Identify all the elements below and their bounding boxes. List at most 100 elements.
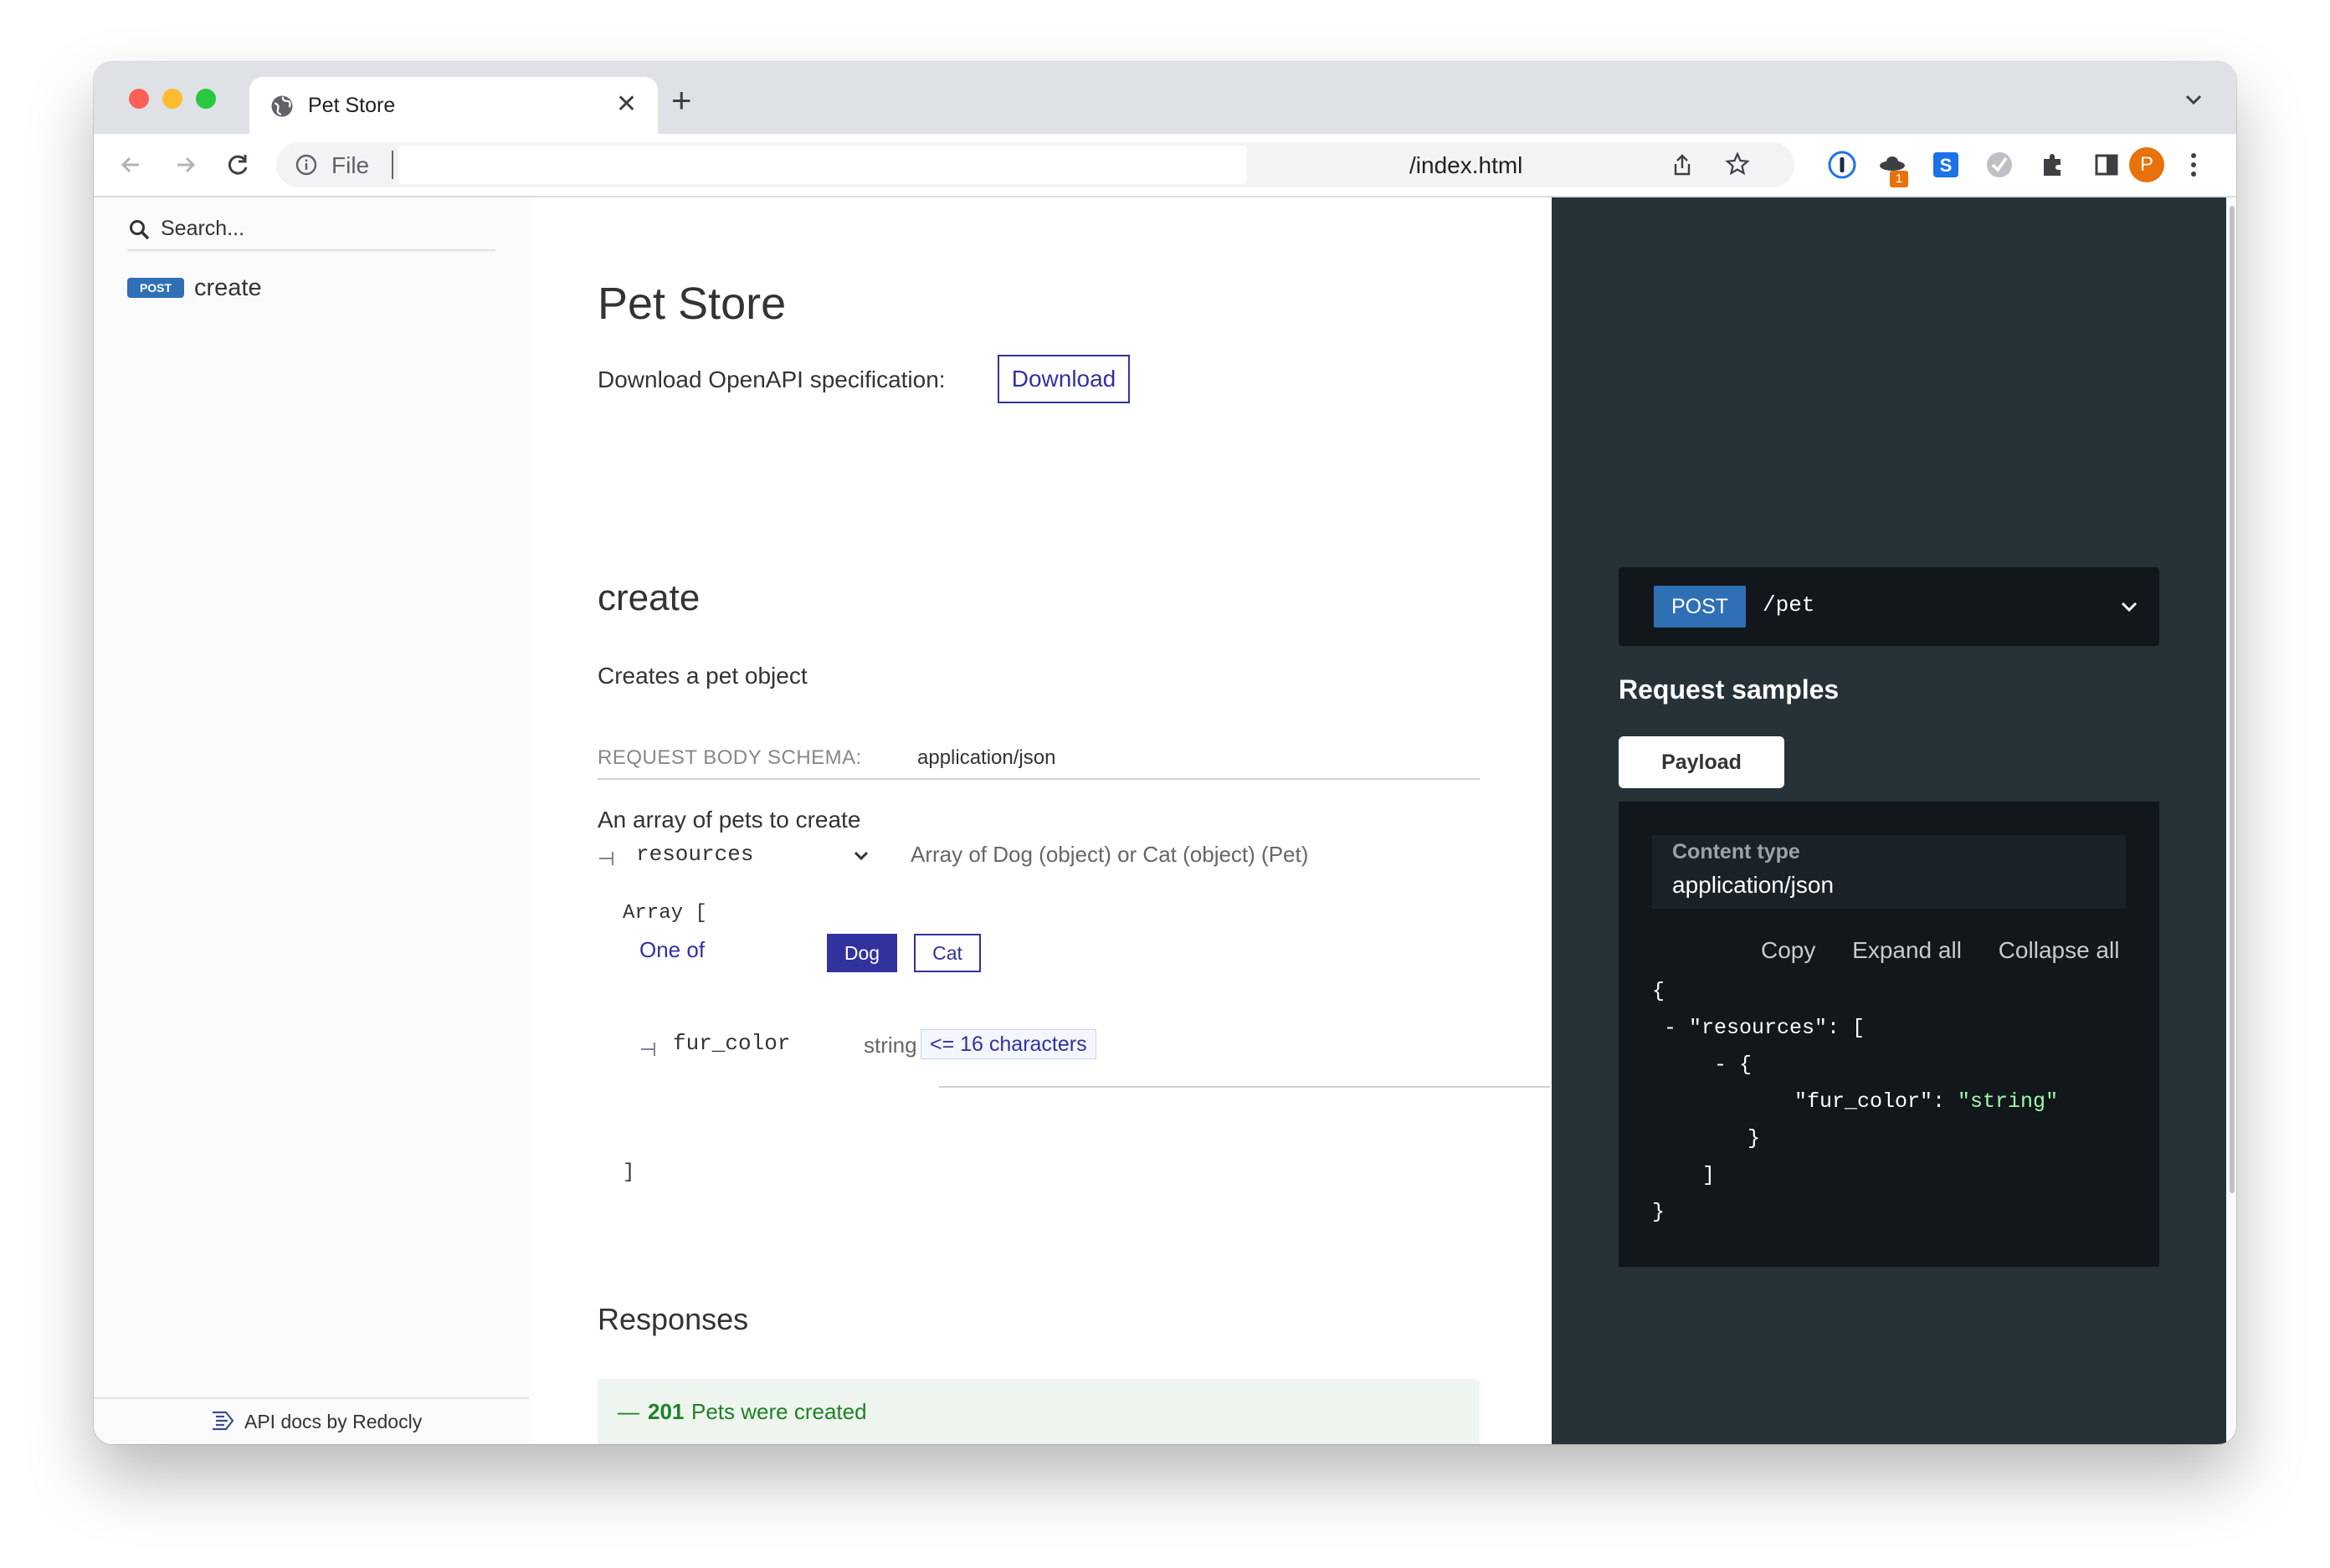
redocly-logo-icon[interactable] bbox=[209, 1407, 236, 1434]
minimize-window-button[interactable] bbox=[162, 89, 182, 109]
url-redaction bbox=[398, 146, 1247, 184]
collapse-toggle[interactable]: - bbox=[1664, 1016, 1689, 1040]
endpoint-path: /pet bbox=[1763, 592, 1815, 617]
collapse-all-button[interactable]: Collapse all bbox=[1999, 937, 2120, 963]
property-tree-icon bbox=[641, 1043, 655, 1056]
method-badge: POST bbox=[127, 278, 184, 298]
tab-close-icon[interactable]: ✕ bbox=[616, 90, 637, 119]
extension-badge: 1 bbox=[1890, 171, 1908, 187]
request-sample-panel: Content type application/json Copy Expan… bbox=[1619, 802, 2159, 1267]
chevron-down-icon[interactable] bbox=[2181, 90, 2206, 109]
chevron-down-icon[interactable] bbox=[2119, 599, 2139, 614]
request-body-type: application/json bbox=[917, 746, 1056, 769]
response-description: Pets were created bbox=[691, 1399, 867, 1424]
url-text[interactable]: /index.html bbox=[1409, 152, 1522, 179]
one-of-dog-button[interactable]: Dog bbox=[827, 934, 897, 972]
address-bar[interactable]: File /index.html bbox=[276, 142, 1794, 187]
response-collapse-dash: — bbox=[618, 1399, 639, 1424]
forward-icon[interactable] bbox=[169, 149, 201, 181]
length-constraint-badge: <= 16 characters bbox=[921, 1029, 1096, 1059]
code-string: "string" bbox=[1958, 1089, 2059, 1114]
back-icon[interactable] bbox=[115, 149, 147, 181]
more-menu-icon[interactable] bbox=[2189, 149, 2198, 181]
code-line: - "resources": [ bbox=[1664, 1016, 1865, 1040]
content-type-dropdown[interactable]: Content type application/json bbox=[1652, 835, 2126, 909]
new-tab-icon[interactable]: + bbox=[671, 83, 692, 118]
divider bbox=[939, 1086, 1550, 1088]
chevron-down-icon[interactable] bbox=[852, 848, 870, 863]
code-line: } bbox=[1748, 1126, 1761, 1150]
search-input[interactable] bbox=[161, 209, 495, 248]
code-punct: : bbox=[1932, 1089, 1958, 1114]
property-type: Array of Dog (object) or Cat (object) (P… bbox=[911, 842, 1309, 867]
code-line: "fur_color": "string" bbox=[1794, 1089, 2058, 1114]
browser-window: Pet Store ✕ + File /index.html 1 S P Sea… bbox=[94, 62, 2236, 1444]
maximize-window-button[interactable] bbox=[196, 89, 216, 109]
tab-payload[interactable]: Payload bbox=[1619, 736, 1784, 788]
page-content: POST create API docs by Redocly Pet Stor… bbox=[94, 197, 2236, 1444]
response-201-row[interactable]: — 201 Pets were created bbox=[598, 1379, 1480, 1444]
main-panel: Pet Store Download OpenAPI specification… bbox=[529, 197, 1552, 1444]
expand-all-button[interactable]: Expand all bbox=[1852, 937, 1962, 963]
url-scheme: File bbox=[331, 152, 370, 178]
tab-strip: Pet Store ✕ + bbox=[94, 62, 2236, 134]
globe-icon bbox=[271, 95, 293, 117]
content-type-label: Content type bbox=[1672, 840, 1800, 863]
array-close: ] bbox=[623, 1161, 635, 1184]
reload-icon[interactable] bbox=[223, 149, 254, 181]
responses-title: Responses bbox=[598, 1302, 749, 1336]
password-manager-icon[interactable] bbox=[1826, 149, 1858, 181]
sample-actions: Copy Expand all Collapse all bbox=[1761, 937, 2149, 964]
search-underline bbox=[127, 249, 495, 251]
code-key: "resources" bbox=[1689, 1016, 1828, 1040]
search-icon bbox=[130, 220, 150, 240]
schema-description: An array of pets to create bbox=[598, 807, 861, 833]
content-type-value: application/json bbox=[1672, 872, 1835, 898]
code-key: "fur_color" bbox=[1794, 1089, 1933, 1114]
code-line: } bbox=[1652, 1200, 1665, 1224]
sidebar-item-label: create bbox=[194, 274, 262, 301]
request-samples-title: Request samples bbox=[1619, 674, 1840, 705]
svg-text:S: S bbox=[1940, 155, 1953, 176]
redocly-footer-link[interactable]: API docs by Redocly bbox=[244, 1411, 422, 1433]
share-icon[interactable] bbox=[1671, 152, 1694, 177]
browser-toolbar: File /index.html 1 S P bbox=[94, 134, 2236, 197]
divider bbox=[598, 778, 1480, 780]
one-of-cat-button[interactable]: Cat bbox=[914, 934, 981, 972]
s-extension-icon[interactable]: S bbox=[1930, 149, 1962, 181]
endpoint-selector[interactable]: POST /pet bbox=[1619, 567, 2159, 646]
property-name-fur-color: fur_color bbox=[673, 1031, 791, 1056]
code-line[interactable]: - { bbox=[1714, 1053, 1752, 1077]
fur-color-type: string bbox=[864, 1033, 917, 1058]
download-label: Download OpenAPI specification: bbox=[598, 366, 946, 392]
code-line: ] bbox=[1702, 1163, 1716, 1187]
page-title: Pet Store bbox=[598, 279, 787, 329]
operation-description: Creates a pet object bbox=[598, 663, 808, 689]
check-extension-icon[interactable] bbox=[1984, 149, 2015, 181]
array-open: Array [ bbox=[623, 902, 707, 925]
one-of-label: One of bbox=[639, 937, 706, 962]
operation-title: create bbox=[598, 577, 701, 618]
property-tree-icon bbox=[599, 852, 613, 865]
url-divider bbox=[392, 151, 393, 179]
sidebar-footer-divider bbox=[94, 1397, 529, 1399]
property-name-resources[interactable]: resources bbox=[636, 842, 753, 867]
request-body-label: REQUEST BODY SCHEMA: bbox=[598, 746, 862, 769]
code-line: { bbox=[1652, 979, 1665, 1003]
scrollbar-thumb[interactable] bbox=[2230, 206, 2235, 1193]
side-panel-icon[interactable] bbox=[2091, 149, 2122, 181]
puzzle-extensions-icon[interactable] bbox=[2037, 149, 2069, 181]
sidebar: POST create API docs by Redocly bbox=[94, 197, 529, 1444]
bookmark-star-icon[interactable] bbox=[1724, 151, 1751, 177]
download-button[interactable]: Download bbox=[998, 355, 1130, 403]
sidebar-item-create[interactable]: POST create bbox=[127, 274, 495, 318]
tab-title: Pet Store bbox=[308, 94, 396, 117]
copy-button[interactable]: Copy bbox=[1761, 937, 1815, 963]
info-icon[interactable] bbox=[295, 153, 318, 177]
right-panel: POST /pet Request samples Payload Conten… bbox=[1552, 197, 2226, 1444]
endpoint-method-badge: POST bbox=[1654, 586, 1746, 628]
profile-avatar[interactable]: P bbox=[2129, 147, 2164, 182]
response-code: 201 bbox=[648, 1399, 685, 1424]
close-window-button[interactable] bbox=[129, 89, 149, 109]
browser-tab[interactable]: Pet Store ✕ bbox=[249, 77, 658, 134]
